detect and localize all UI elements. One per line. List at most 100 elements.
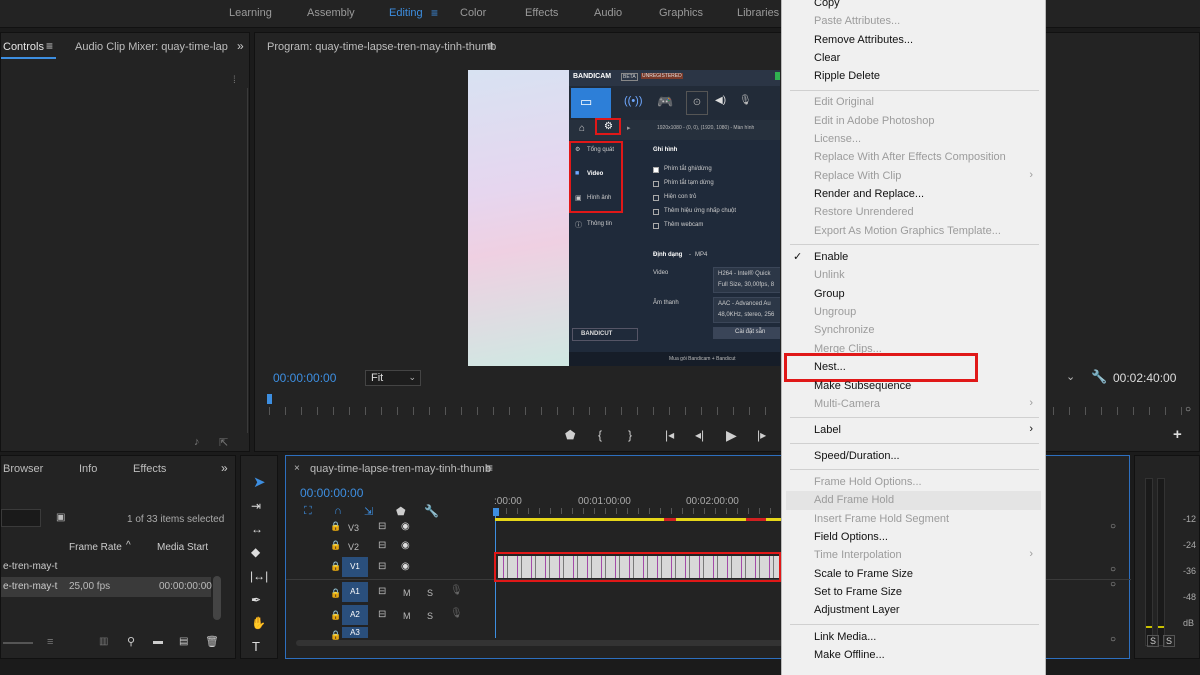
list-view-icon[interactable]: ≡ <box>47 636 53 648</box>
timeline-scrollbar[interactable] <box>296 640 786 646</box>
menu-item-clear[interactable]: Clear <box>814 52 840 64</box>
gear-icon[interactable]: ⚙ <box>604 121 613 132</box>
menu-item-set-to-frame-size[interactable]: Set to Frame Size <box>814 586 902 598</box>
program-menu-icon[interactable]: ≡ <box>487 39 494 53</box>
go-to-in-icon[interactable]: |◂ <box>665 428 674 442</box>
automate-icon[interactable]: ▥ <box>99 636 108 647</box>
sync-lock-icon[interactable]: ⊟ <box>378 586 386 597</box>
razor-icon[interactable]: ◆ <box>251 545 260 559</box>
checkbox[interactable] <box>653 181 659 187</box>
sequence-menu-icon[interactable]: ≡ <box>486 461 493 475</box>
lock-icon[interactable]: 🔒 <box>330 521 341 532</box>
table-row[interactable]: e-tren-may-t <box>1 557 211 577</box>
tab-info[interactable]: Info <box>79 463 97 475</box>
panel-overflow-icon[interactable]: » <box>237 39 244 53</box>
collapse-icon[interactable]: ⁞ <box>233 75 236 86</box>
type-tool-icon[interactable]: T <box>252 639 260 654</box>
audio-codec-box[interactable]: AAC - Advanced Au 48,0KHz, stereo, 256 <box>713 297 780 323</box>
lock-icon[interactable]: 🔒 <box>330 588 341 599</box>
menu-item-unlink[interactable]: Unlink <box>814 269 845 281</box>
sort-chevron-icon[interactable]: ^ <box>126 540 131 551</box>
workspace-learning[interactable]: Learning <box>229 7 272 19</box>
workspace-libraries[interactable]: Libraries <box>737 7 779 19</box>
menu-item-paste-attributes[interactable]: Paste Attributes... <box>814 15 900 27</box>
workspace-editing[interactable]: Editing <box>389 7 423 19</box>
menu-item-time-interpolation[interactable]: Time Interpolation <box>814 549 902 561</box>
column-frame-rate[interactable]: Frame Rate <box>69 542 122 553</box>
nav-info[interactable]: Thông tin <box>587 221 612 227</box>
work-area-bar[interactable] <box>495 518 781 521</box>
workspace-color[interactable]: Color <box>460 7 486 19</box>
menu-item-frame-hold-options[interactable]: Frame Hold Options... <box>814 476 922 488</box>
eye-icon[interactable]: ◉ <box>401 561 410 572</box>
workspace-graphics[interactable]: Graphics <box>659 7 703 19</box>
sync-lock-icon[interactable]: ⊟ <box>378 561 386 572</box>
search-input[interactable] <box>1 509 41 527</box>
play-icon[interactable]: ▶ <box>726 427 737 444</box>
speaker-icon[interactable]: ◀) <box>715 95 726 106</box>
linked-selection-icon[interactable]: ⇲ <box>364 505 373 518</box>
scrollbar[interactable] <box>213 576 221 620</box>
workspace-menu-icon[interactable]: ≡ <box>431 6 438 20</box>
video-clip[interactable] <box>498 556 779 578</box>
timeline-timecode[interactable]: 00:00:00:00 <box>300 486 363 500</box>
snap-icon[interactable]: ∩ <box>334 505 342 517</box>
menu-item-make-subsequence[interactable]: Make Subsequence <box>814 380 911 392</box>
home-icon[interactable]: ⌂ <box>579 123 585 134</box>
menu-item-export-mogrt[interactable]: Export As Motion Graphics Template... <box>814 225 1001 237</box>
menu-item-render-and-replace[interactable]: Render and Replace... <box>814 188 924 200</box>
zoom-handle[interactable]: ○ <box>1185 404 1191 415</box>
menu-item-link-media[interactable]: Link Media... <box>814 631 876 643</box>
folder-icon[interactable]: ▬ <box>153 636 163 647</box>
new-bin-icon[interactable]: ▣ <box>56 512 65 523</box>
menu-item-speed-duration[interactable]: Speed/Duration... <box>814 450 900 462</box>
menu-item-replace-ae-comp[interactable]: Replace With After Effects Composition <box>814 151 1006 163</box>
add-button-icon[interactable]: + <box>1173 426 1182 443</box>
mute-button[interactable]: M <box>403 588 411 598</box>
sync-lock-icon[interactable]: ⊟ <box>378 540 386 551</box>
track-a3[interactable]: A3 <box>342 627 368 638</box>
sequence-title[interactable]: quay-time-lapse-tren-may-tinh-thumb <box>310 463 491 475</box>
hand-tool-icon[interactable]: ✋ <box>251 616 266 630</box>
quality-dropdown-icon[interactable]: ⌄ <box>1066 370 1075 383</box>
menu-item-ripple-delete[interactable]: Ripple Delete <box>814 70 880 82</box>
sync-lock-icon[interactable]: ⊟ <box>378 609 386 620</box>
workspace-audio[interactable]: Audio <box>594 7 622 19</box>
track-height-handle[interactable]: ○ <box>1110 564 1116 575</box>
nest-toggle-icon[interactable]: ⛶ <box>304 505 312 518</box>
video-codec-box[interactable]: H264 - Intel® Quick Full Size, 30,00fps,… <box>713 267 780 293</box>
eye-icon[interactable]: ◉ <box>401 521 410 532</box>
slip-tool-icon[interactable]: |↔| <box>250 569 268 583</box>
track-a1[interactable]: A1 <box>342 582 368 602</box>
solo-right-button[interactable]: S <box>1163 635 1176 647</box>
audio-icon[interactable]: ♪ <box>194 436 200 448</box>
track-a2[interactable]: A2 <box>342 605 368 625</box>
table-row-selected[interactable]: e-tren-may-t 25,00 fps 00:00:00:00 <box>1 577 212 597</box>
menu-item-replace-with-clip[interactable]: Replace With Clip <box>814 170 901 182</box>
menu-item-multi-camera[interactable]: Multi-Camera <box>814 398 880 410</box>
checkbox[interactable] <box>653 209 659 215</box>
menu-item-insert-frame-hold[interactable]: Insert Frame Hold Segment <box>814 513 949 525</box>
eye-icon[interactable]: ◉ <box>401 540 410 551</box>
track-select-icon[interactable]: ⇥ <box>251 499 261 513</box>
tab-effects[interactable]: Effects <box>133 463 166 475</box>
sync-lock-icon[interactable]: ⊟ <box>378 521 386 532</box>
menu-item-edit-in-photoshop[interactable]: Edit in Adobe Photoshop <box>814 115 934 127</box>
lock-icon[interactable]: 🔒 <box>330 540 341 551</box>
menu-item-edit-original[interactable]: Edit Original <box>814 96 874 108</box>
workspace-assembly[interactable]: Assembly <box>307 7 355 19</box>
tab-audio-clip-mixer[interactable]: Audio Clip Mixer: quay-time-lap <box>75 41 228 53</box>
menu-item-ungroup[interactable]: Ungroup <box>814 306 856 318</box>
step-back-icon[interactable]: ◂| <box>695 428 704 442</box>
step-forward-icon[interactable]: |▸ <box>757 428 766 442</box>
track-v1[interactable]: V1 <box>342 557 368 577</box>
menu-item-make-offline[interactable]: Make Offline... <box>814 649 885 661</box>
screen-mode-button[interactable]: ▭ <box>571 88 611 118</box>
mic-icon[interactable]: 🎙 <box>450 608 463 619</box>
menu-item-scale-to-frame-size[interactable]: Scale to Frame Size <box>814 568 913 580</box>
wrench-icon[interactable]: 🔧 <box>1091 369 1107 385</box>
nav-general[interactable]: Tổng quát <box>587 147 614 153</box>
wrench-icon[interactable]: 🔧 <box>424 504 439 518</box>
track-height-handle[interactable]: ○ <box>1110 579 1116 590</box>
new-item-icon[interactable]: ▤ <box>179 636 188 647</box>
